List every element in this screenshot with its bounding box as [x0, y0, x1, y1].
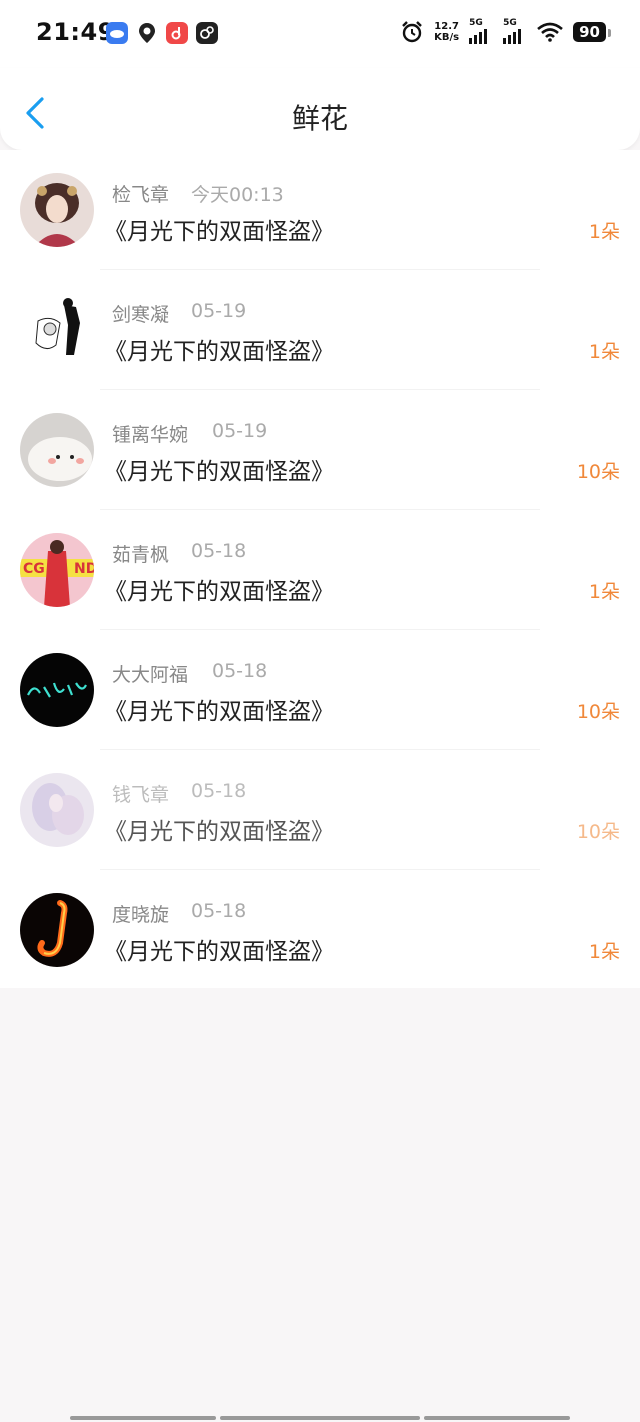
wifi-icon: [537, 22, 563, 42]
flower-count: 1朵: [588, 941, 620, 963]
list-item[interactable]: CG ND 茹青枫 05-18 《月光下的双面怪盗》 1朵: [0, 510, 640, 630]
list-item[interactable]: 检飞章 今天00:13 《月光下的双面怪盗》 1朵: [0, 150, 640, 270]
avatar: [20, 293, 94, 367]
list-item[interactable]: 度晓旋 05-18 《月光下的双面怪盗》 1朵: [0, 870, 640, 990]
battery-indicator: 90: [573, 22, 611, 42]
gesture-bar: [220, 1416, 420, 1420]
sender-name: 大大阿福: [112, 664, 189, 686]
sender-name: 度晓旋: [112, 904, 170, 926]
gift-date: 05-19: [191, 300, 247, 322]
music-icon: [166, 22, 188, 44]
sender-name: 检飞章: [112, 184, 170, 206]
flower-gift-list: 检飞章 今天00:13 《月光下的双面怪盗》 1朵 剑寒凝 05-19 《月光下…: [0, 150, 640, 988]
sender-name: 钱飞章: [112, 784, 170, 806]
gift-date: 05-19: [212, 420, 268, 442]
sender-name: 茹青枫: [112, 544, 170, 566]
uc-icon: [196, 22, 218, 44]
gift-date: 05-18: [191, 780, 247, 802]
gift-date: 今天00:13: [191, 184, 284, 206]
status-time: 21:49: [36, 18, 115, 46]
svg-text:ND: ND: [74, 561, 94, 577]
notification-icons: [106, 22, 218, 44]
list-item[interactable]: 锺离华婉 05-19 《月光下的双面怪盗》 10朵: [0, 390, 640, 510]
book-title: 《月光下的双面怪盗》: [104, 819, 334, 845]
gift-date: 05-18: [191, 540, 247, 562]
flower-count: 10朵: [576, 461, 620, 483]
list-item[interactable]: 剑寒凝 05-19 《月光下的双面怪盗》 1朵: [0, 270, 640, 390]
nav-bar: 鲜花: [0, 68, 640, 150]
flower-count: 1朵: [588, 221, 620, 243]
avatar: [20, 893, 94, 967]
flower-count: 10朵: [576, 821, 620, 843]
avatar: CG ND: [20, 533, 94, 607]
avatar: [20, 173, 94, 247]
du-map-icon: [136, 22, 158, 44]
book-title: 《月光下的双面怪盗》: [104, 699, 334, 725]
book-title: 《月光下的双面怪盗》: [104, 579, 334, 605]
status-bar: 21:49 12.7 KB/s 5G 5G 90: [0, 0, 640, 68]
alarm-icon: [402, 21, 422, 43]
book-title: 《月光下的双面怪盗》: [104, 219, 334, 245]
gesture-bar: [70, 1416, 216, 1420]
cell-signal-icon: 5G: [469, 18, 493, 44]
network-speed: 12.7 KB/s: [434, 21, 460, 43]
book-title: 《月光下的双面怪盗》: [104, 339, 334, 365]
avatar: [20, 773, 94, 847]
svg-text:CG: CG: [23, 561, 45, 577]
cloud-icon: [106, 22, 128, 44]
sender-name: 剑寒凝: [112, 304, 170, 326]
gesture-bar: [424, 1416, 570, 1420]
flower-count: 1朵: [588, 341, 620, 363]
system-icons: 12.7 KB/s 5G 5G 90: [400, 18, 611, 44]
list-item[interactable]: 钱飞章 05-18 《月光下的双面怪盗》 10朵: [0, 750, 640, 870]
sender-name: 锺离华婉: [112, 424, 189, 446]
book-title: 《月光下的双面怪盗》: [104, 459, 334, 485]
gift-date: 05-18: [191, 900, 247, 922]
gift-date: 05-18: [212, 660, 268, 682]
avatar: [20, 653, 94, 727]
list-item[interactable]: 大大阿福 05-18 《月光下的双面怪盗》 10朵: [0, 630, 640, 750]
book-title: 《月光下的双面怪盗》: [104, 939, 334, 965]
avatar: [20, 413, 94, 487]
cell-signal-icon: 5G: [503, 18, 527, 44]
page-title: 鲜花: [291, 102, 348, 135]
flower-count: 10朵: [576, 701, 620, 723]
flower-count: 1朵: [588, 581, 620, 603]
